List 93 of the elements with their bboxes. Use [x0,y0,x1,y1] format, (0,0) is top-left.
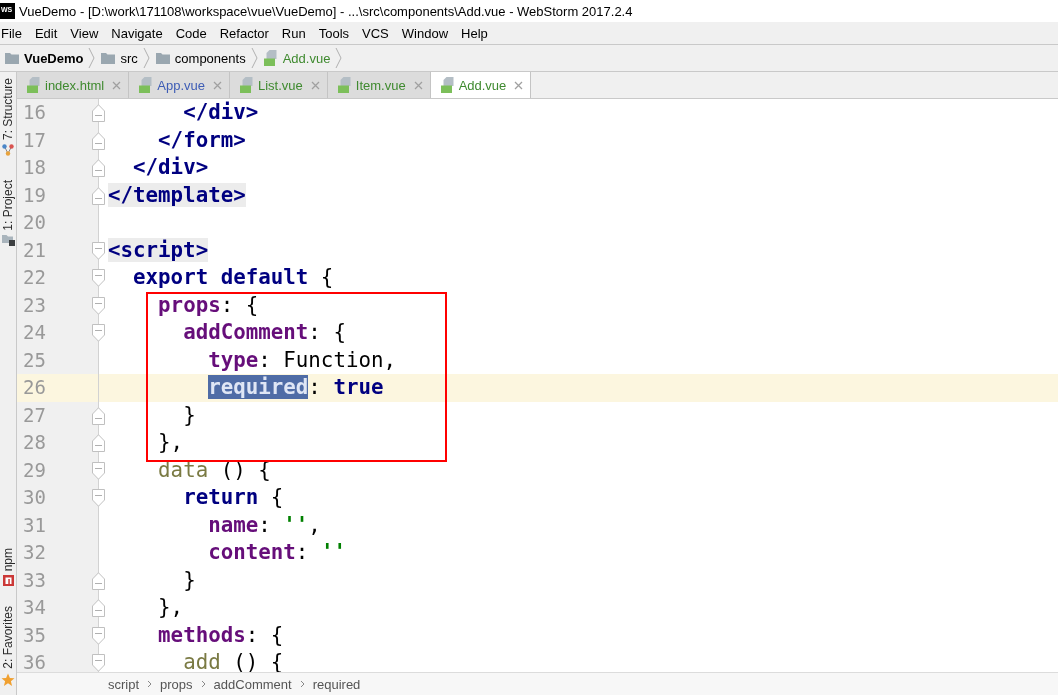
breadcrumb-item[interactable]: props [160,677,193,691]
code-line: } [183,569,196,591]
line-number: 26 [22,378,46,398]
file-icon [239,77,254,93]
close-icon[interactable] [112,80,122,90]
code-line: content: '' [208,542,346,564]
line-number: 17 [22,130,46,150]
fold-marker-icon[interactable] [92,296,105,315]
line-number: 32 [22,543,46,563]
chevron-icon [147,680,153,688]
line-number: 19 [22,185,46,205]
star-icon [1,673,15,687]
editor-tab[interactable]: Add.vue [430,72,532,98]
line-number: 33 [22,570,46,590]
code-line: }, [158,597,184,619]
menu-item[interactable]: Refactor [219,26,269,40]
menu-item[interactable]: File [1,26,22,40]
breadcrumb-item[interactable]: src [120,51,138,65]
chevron-icon [200,680,206,688]
chevron-icon [88,47,96,69]
line-number: 31 [22,515,46,535]
folder-icon [155,52,170,64]
menu-item[interactable]: Navigate [111,26,163,40]
code-line: add () { [183,652,284,672]
line-number: 23 [22,295,46,315]
fold-marker-icon[interactable] [92,461,105,480]
line-number: 21 [22,240,46,260]
tool-window-button[interactable]: npm [2,547,14,587]
file-icon [263,50,278,66]
code-line: methods: { [158,624,284,646]
code-line: addComment: { [183,322,346,344]
file-icon [337,77,352,93]
code-line: type: Function, [208,349,396,371]
structure-icon [2,144,14,157]
chevron-icon [250,47,258,69]
chevron-icon [335,47,343,69]
editor-tab[interactable]: App.vue [129,72,230,98]
line-number: 24 [22,323,46,343]
code-line: } [183,404,196,426]
code-line: export default { [133,267,334,289]
menu-item[interactable]: View [70,26,99,40]
breadcrumb-item[interactable]: required [312,677,361,691]
menu-item[interactable]: Run [281,26,306,40]
fold-marker-icon[interactable] [92,626,105,645]
npm-icon [2,575,14,587]
close-icon[interactable] [514,80,524,90]
code-line: </div> [133,157,209,179]
file-icon [27,77,41,93]
breadcrumb-item[interactable]: Add.vue [282,51,331,65]
line-number: 22 [22,268,46,288]
breadcrumb-item[interactable]: addComment [213,677,292,691]
menu-item[interactable]: Help [461,26,488,40]
code-line: name: '', [208,514,321,536]
breadcrumb-item[interactable]: components [174,51,246,65]
line-number: 28 [22,433,46,453]
breadcrumb-item[interactable]: script [108,677,140,691]
tool-window-button[interactable]: 2: Favorites [1,606,15,687]
line-number: 30 [22,488,46,508]
line-number: 25 [22,350,46,370]
line-number: 27 [22,405,46,425]
menu-item[interactable]: Edit [34,26,58,40]
line-number: 36 [22,653,46,672]
line-number: 20 [22,213,46,233]
code-line: </div> [183,102,259,124]
file-icon [139,77,154,93]
menu-item[interactable]: Window [401,26,449,40]
close-icon[interactable] [413,80,423,90]
menu-item[interactable]: Tools [318,26,350,40]
close-icon[interactable] [212,80,222,90]
line-number: 16 [22,103,46,123]
menu-item[interactable]: Code [175,26,207,40]
tool-window-button[interactable]: 1: Project [1,180,15,246]
folder-icon [5,52,19,64]
close-icon[interactable] [310,80,320,90]
breadcrumb-item[interactable]: VueDemo [24,51,84,65]
fold-marker-icon[interactable] [92,241,105,260]
tool-window-button[interactable]: 7: Structure [2,78,14,157]
folder-icon [101,52,116,64]
code-line: props: { [158,294,259,316]
line-number: 18 [22,158,46,178]
code-line: }, [158,432,184,454]
line-number: 34 [22,598,46,618]
menu-item[interactable]: VCS [362,26,389,40]
window-title: VueDemo - [D:\work\171108\workspace\vue\VueDemo] - ...\src\components\Add.vue - WebStorm 2017.2.4 [19,4,633,18]
line-number: 35 [22,625,46,645]
chevron-icon [299,680,305,688]
code-line: </form> [158,129,246,151]
code-line: required: true [208,377,384,399]
line-number: 29 [22,460,46,480]
file-icon [440,77,455,93]
chevron-icon [142,47,150,69]
folder-icon [1,234,15,246]
code-line: return { [183,487,284,509]
